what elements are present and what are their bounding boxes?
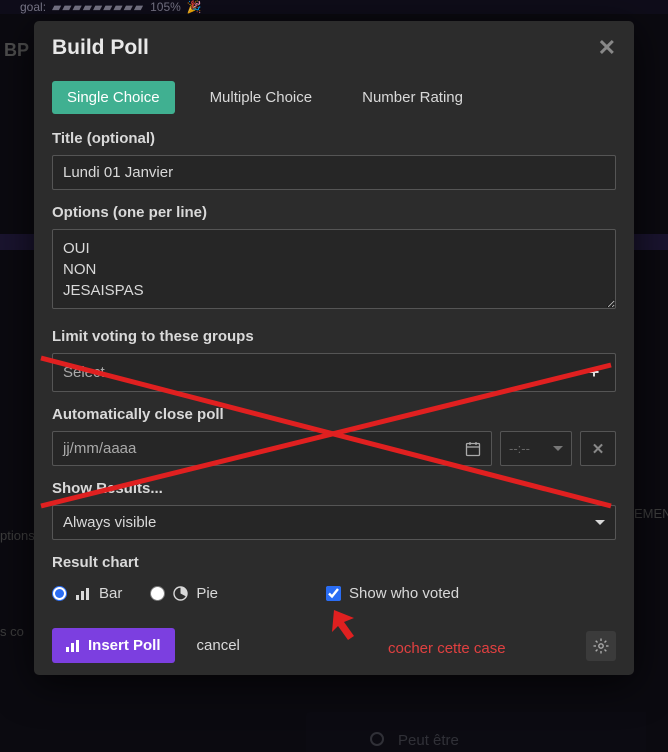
modal-title: Build Poll [52, 36, 149, 60]
clear-date-button[interactable]: ✕ [580, 431, 616, 466]
pie-chart-icon [173, 586, 188, 601]
resultchart-label: Result chart [52, 554, 616, 571]
settings-button[interactable] [586, 631, 616, 661]
results-visibility-select[interactable]: Always visible [52, 505, 616, 540]
date-input[interactable]: jj/mm/aaaa [52, 431, 492, 466]
tab-multiple-choice[interactable]: Multiple Choice [195, 81, 328, 114]
bar-chart-icon [66, 640, 80, 652]
showresults-label: Show Results... [52, 480, 616, 497]
cancel-link[interactable]: cancel [197, 637, 240, 654]
options-textarea[interactable] [52, 229, 616, 309]
plus-icon[interactable]: + [583, 362, 605, 383]
chart-bar-radio[interactable]: Bar [52, 585, 122, 602]
autoclose-label: Automatically close poll [52, 406, 616, 423]
options-label: Options (one per line) [52, 204, 616, 221]
close-icon[interactable]: ✕ [598, 35, 616, 61]
pie-label: Pie [196, 585, 218, 602]
bar-label: Bar [99, 585, 122, 602]
bg-header: goal: ▰▰▰▰▰▰▰▰▰ 105% 🎉 [0, 0, 668, 14]
annotation-text: cocher cette case [388, 640, 506, 657]
groups-label: Limit voting to these groups [52, 328, 616, 345]
title-input[interactable] [52, 155, 616, 190]
whovoted-label: Show who voted [349, 585, 459, 602]
title-label: Title (optional) [52, 130, 616, 147]
tab-single-choice[interactable]: Single Choice [52, 81, 175, 114]
bar-chart-icon [75, 587, 91, 601]
groups-placeholder: Select... [63, 364, 117, 381]
chevron-down-icon [553, 446, 563, 451]
poll-type-tabs: Single Choice Multiple Choice Number Rat… [34, 81, 634, 130]
chart-pie-radio[interactable]: Pie [150, 585, 218, 602]
show-who-voted-checkbox[interactable]: Show who voted [326, 585, 459, 602]
tab-number-rating[interactable]: Number Rating [347, 81, 478, 114]
calendar-icon [465, 441, 481, 457]
groups-select[interactable]: Select... + [52, 353, 616, 392]
time-input[interactable]: --:-- [500, 431, 572, 466]
gear-icon [593, 638, 609, 654]
build-poll-modal: Build Poll ✕ Single Choice Multiple Choi… [34, 21, 634, 675]
chevron-down-icon [595, 520, 605, 525]
insert-poll-button[interactable]: Insert Poll [52, 628, 175, 663]
